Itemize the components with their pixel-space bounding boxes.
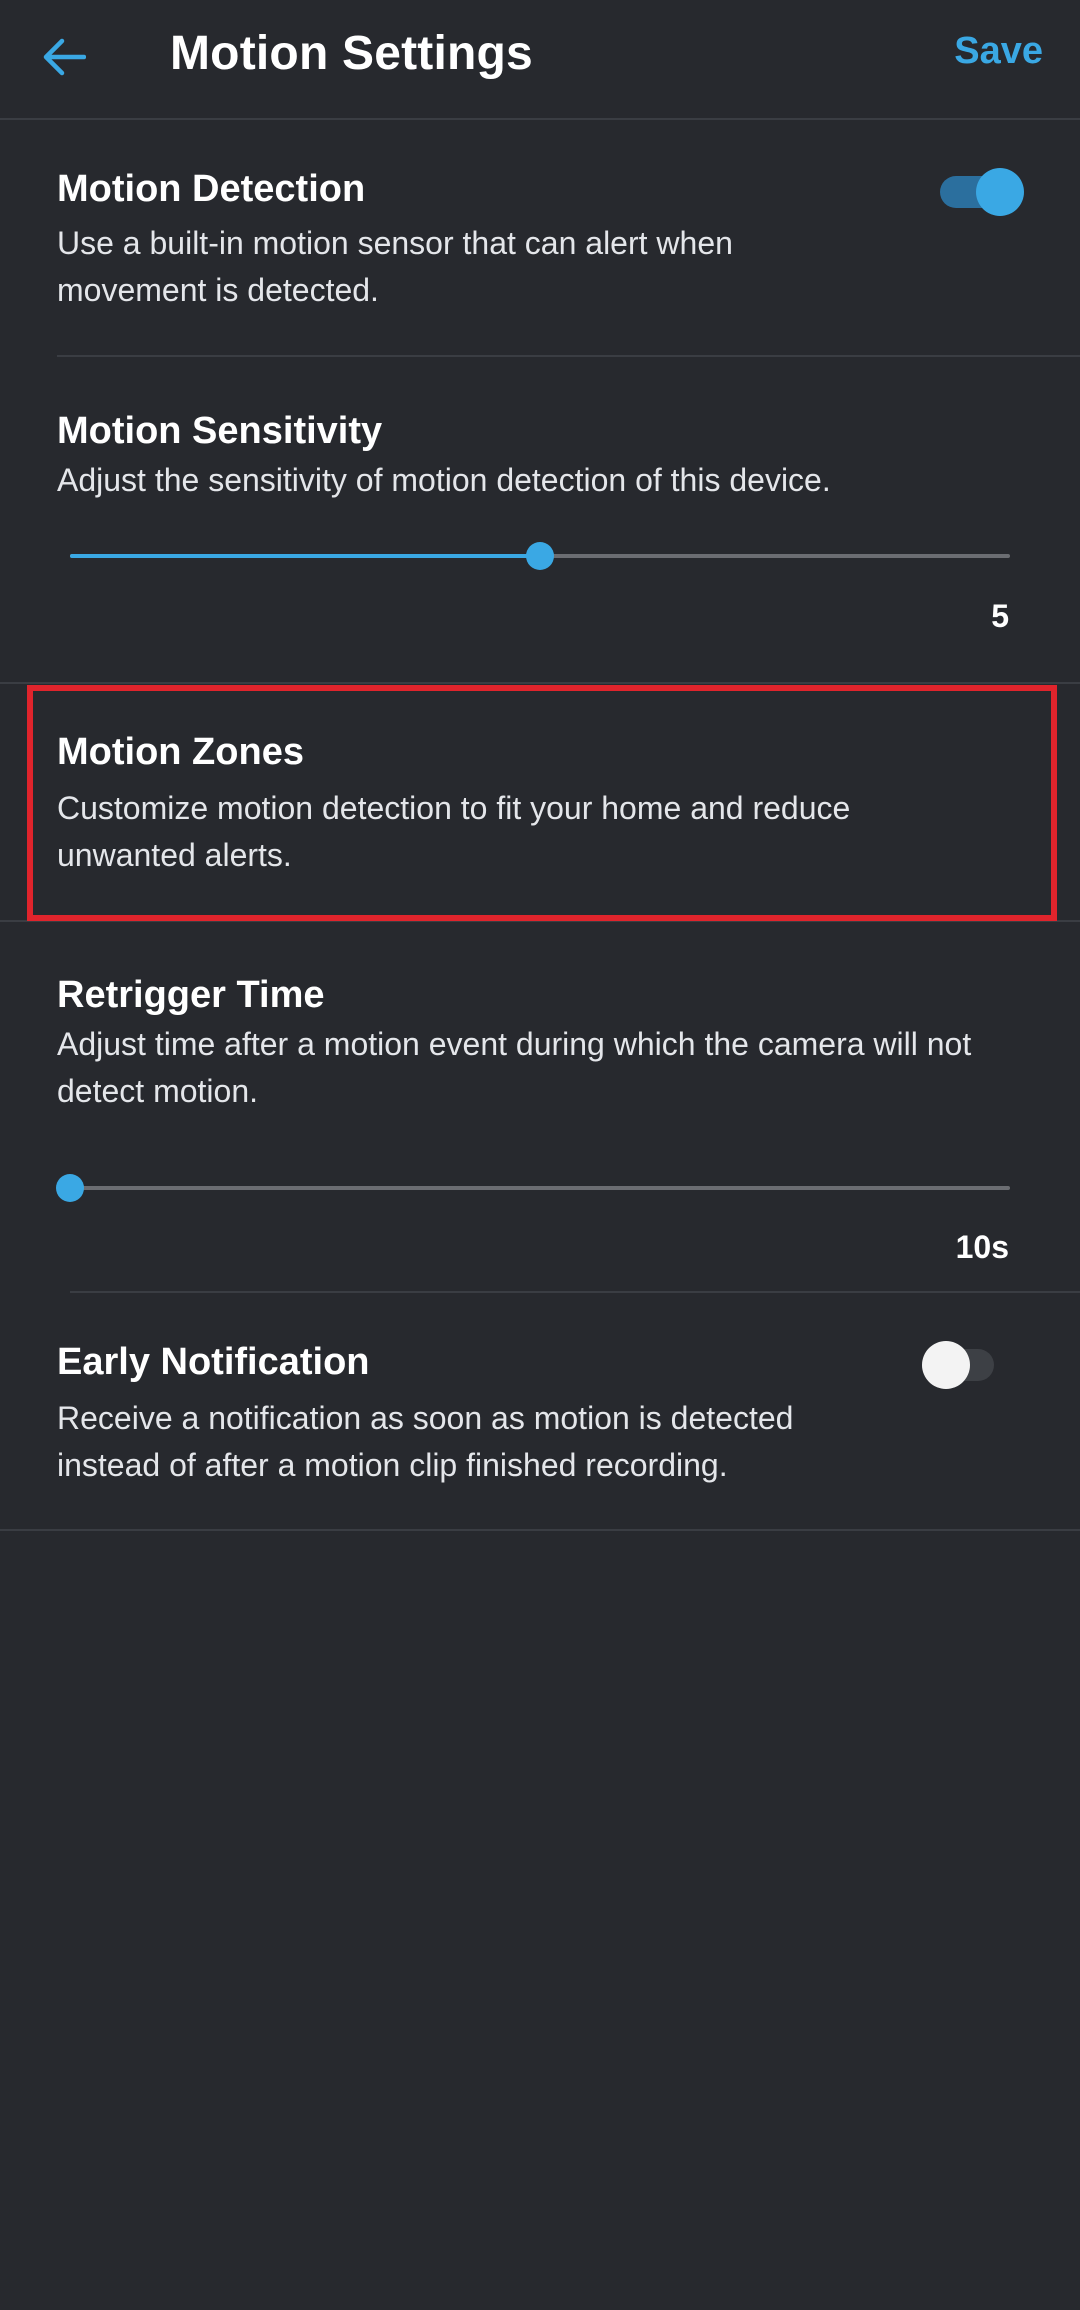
page-title: Motion Settings — [170, 27, 533, 80]
motion-zones-title: Motion Zones — [57, 731, 304, 773]
motion-detection-toggle[interactable] — [940, 162, 1030, 222]
slider-thumb[interactable] — [56, 1174, 84, 1202]
motion-settings-screen: Motion Settings Save Motion Detection Us… — [0, 0, 1080, 2310]
back-button[interactable] — [28, 22, 98, 92]
motion-sensitivity-slider[interactable] — [70, 536, 1010, 576]
retrigger-time-title: Retrigger Time — [57, 974, 325, 1016]
slider-rail — [70, 1186, 1010, 1190]
motion-detection-title: Motion Detection — [57, 168, 366, 210]
retrigger-time-value: 10s — [955, 1229, 1009, 1265]
retrigger-time-row: Retrigger Time Adjust time after a motio… — [0, 922, 1080, 1292]
motion-zones-description: Customize motion detection to fit your h… — [57, 790, 851, 873]
motion-sensitivity-description: Adjust the sensitivity of motion detecti… — [57, 462, 831, 498]
toggle-knob — [976, 168, 1024, 216]
slider-thumb[interactable] — [526, 542, 554, 570]
early-notification-description: Receive a notification as soon as motion… — [57, 1400, 794, 1483]
motion-detection-row[interactable]: Motion Detection Use a built-in motion s… — [0, 120, 1080, 356]
retrigger-time-slider[interactable] — [56, 1168, 1010, 1208]
motion-detection-description: Use a built-in motion sensor that can al… — [57, 225, 733, 308]
toggle-knob — [922, 1341, 970, 1389]
early-notification-title: Early Notification — [57, 1341, 370, 1383]
motion-zones-row[interactable]: Motion Zones Customize motion detection … — [0, 684, 1080, 920]
top-app-bar: Motion Settings Save — [0, 0, 1080, 120]
retrigger-time-description: Adjust time after a motion event during … — [57, 1026, 972, 1109]
early-notification-row[interactable]: Early Notification Receive a notificatio… — [0, 1293, 1080, 1529]
save-button[interactable]: Save — [954, 30, 1043, 73]
arrow-left-icon — [43, 38, 86, 76]
early-notification-toggle[interactable] — [922, 1335, 1002, 1395]
divider — [0, 1529, 1080, 1531]
motion-sensitivity-value: 5 — [991, 598, 1009, 634]
slider-fill — [70, 554, 540, 558]
motion-sensitivity-title: Motion Sensitivity — [57, 410, 383, 452]
motion-sensitivity-row: Motion Sensitivity Adjust the sensitivit… — [0, 357, 1080, 682]
